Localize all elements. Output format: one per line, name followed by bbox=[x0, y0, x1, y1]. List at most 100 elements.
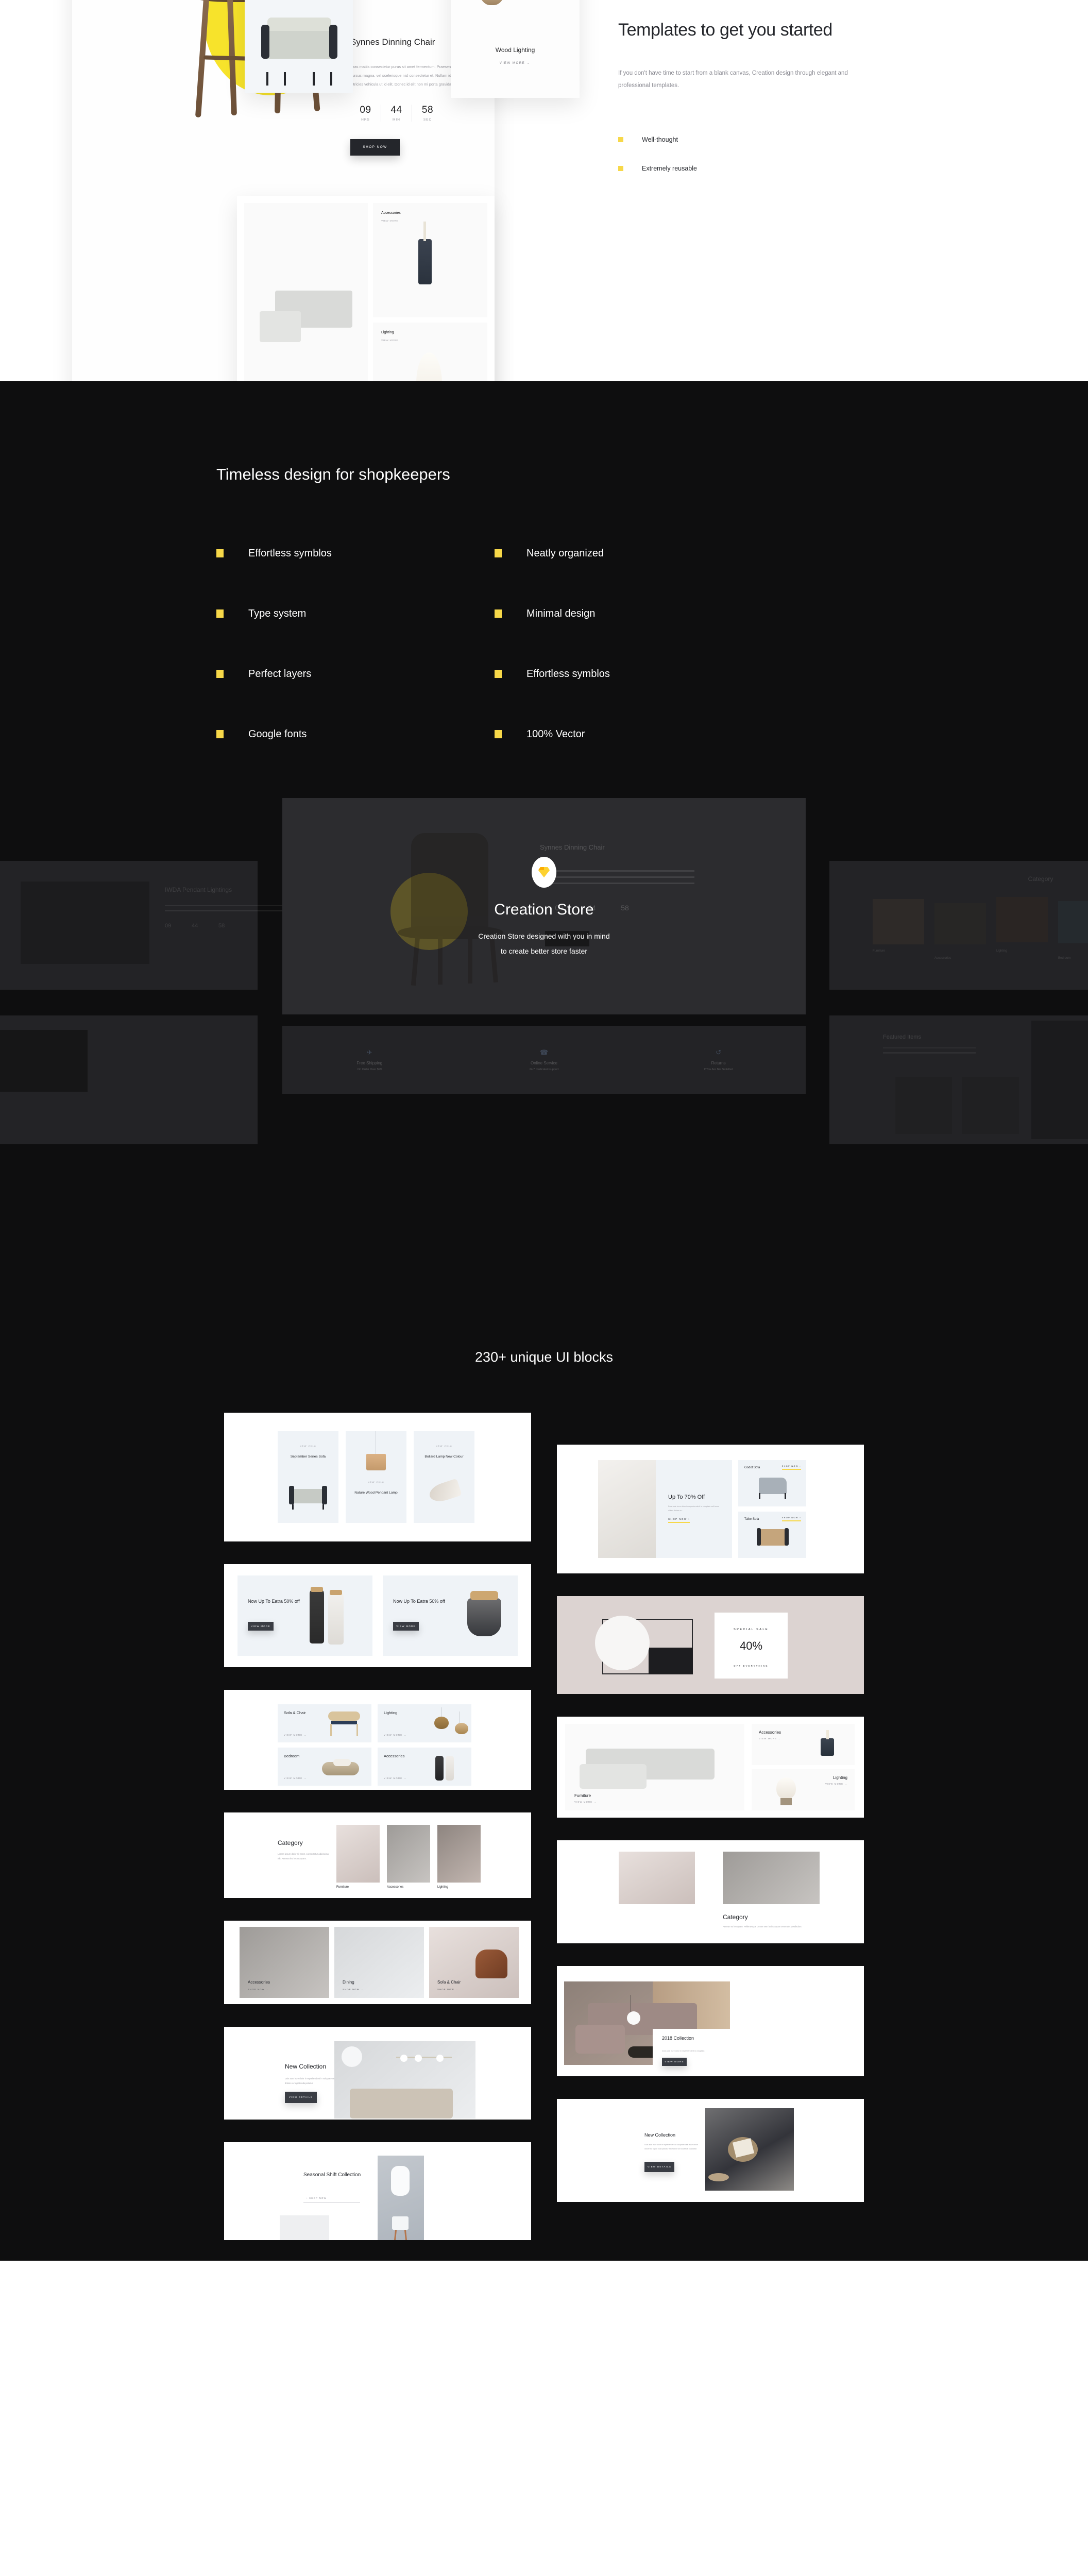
features-wrapper: Timeless design for shopkeepers Effortle… bbox=[0, 381, 1088, 789]
sale-hero-cta[interactable]: SHOP NOW › bbox=[668, 1518, 690, 1523]
block-category-media[interactable]: Category Aenean eu leo quam. Pellentesqu… bbox=[557, 1840, 864, 1943]
block-category-quad[interactable]: Sofa & Chair VIEW MORE → Lighting VIEW M… bbox=[224, 1689, 531, 1790]
ui-blocks-section: 230+ unique UI blocks NEW 2018 September… bbox=[0, 1319, 1088, 2261]
sale-hero-main[interactable]: Up To 70% Off Duis aute irure dolor in r… bbox=[598, 1460, 732, 1558]
new-collection-cta-button[interactable]: VIEW DETAILS bbox=[285, 2091, 317, 2103]
new-collection-stone-cta-button[interactable]: VIEW DETAILS bbox=[644, 2161, 674, 2172]
block-product-trio[interactable]: NEW 2018 September Series Sofa NEW 2018 … bbox=[224, 1412, 531, 1541]
furniture-side-link[interactable]: VIEW MORE → bbox=[759, 1737, 781, 1740]
category-cell[interactable]: Lighting VIEW MORE → bbox=[378, 1704, 471, 1742]
feature-item: Minimal design bbox=[495, 608, 773, 620]
furniture-side-link[interactable]: VIEW MORE → bbox=[825, 1783, 847, 1785]
block-promo-duo[interactable]: Now Up To Eatra 50% off VIEW MORE Now Up… bbox=[224, 1564, 531, 1667]
block-new-collection-stone[interactable]: New Collection Duis aute irure dolor in … bbox=[557, 2098, 864, 2202]
creation-store-subtitle-line1: Creation Store designed with you in mind bbox=[478, 931, 610, 940]
hero-category-link-lighting[interactable]: VIEW MORE bbox=[381, 339, 398, 342]
yellow-square-bullet-icon bbox=[495, 730, 502, 739]
sale-side-item[interactable]: Tailor Sofa SHOP NOW › bbox=[738, 1511, 806, 1558]
countdown-unit-minutes: 44 MIN bbox=[381, 104, 412, 122]
product-cell[interactable]: NEW 2018 September Series Sofa bbox=[278, 1431, 338, 1523]
hero-category-cell-lighting[interactable]: Lighting VIEW MORE bbox=[373, 323, 487, 381]
photo-tile[interactable]: Dining SHOP NOW → bbox=[334, 1926, 424, 1998]
promo-cta-button[interactable]: VIEW MORE bbox=[393, 1621, 419, 1631]
ghost-product-title: Synnes Dinning Chair bbox=[540, 843, 605, 851]
countdown-seconds-label: SEC bbox=[423, 117, 432, 122]
hero-category-featured-cell[interactable]: Furniture VIEW MORE bbox=[244, 203, 368, 381]
service-free-shipping[interactable]: ✈ Free Shipping On Order Over $99 bbox=[282, 1048, 457, 1071]
category-photo[interactable] bbox=[387, 1824, 430, 1883]
category-cell[interactable]: Bedroom VIEW MORE → bbox=[278, 1747, 371, 1786]
block-seasonal-shift[interactable]: Seasonal Shift Collection › SHOP NOW bbox=[224, 2142, 531, 2240]
product-title: Nature Wood Pendant Lamp bbox=[354, 1490, 398, 1495]
hero-bullet-label: Well-thought bbox=[642, 136, 678, 144]
promo-cell[interactable]: Now Up To Eatra 50% off VIEW MORE bbox=[383, 1575, 518, 1656]
category-photo[interactable] bbox=[437, 1824, 481, 1883]
creation-store-title: Creation Store bbox=[494, 901, 594, 918]
promo-cell[interactable]: Now Up To Eatra 50% off VIEW MORE bbox=[237, 1575, 372, 1656]
category-title: Accessories bbox=[384, 1753, 405, 1758]
showcase-panel-label: Lighting bbox=[996, 949, 1008, 953]
hero-shop-now-button[interactable]: SHOP NOW bbox=[350, 139, 400, 156]
block-category-row[interactable]: Category Lorem ipsum dolor sit amet, con… bbox=[224, 1812, 531, 1898]
yellow-square-bullet-icon bbox=[216, 609, 224, 618]
hero-bullet-item: Extremely reusable bbox=[618, 165, 860, 172]
feature-label: Minimal design bbox=[526, 607, 596, 619]
lighting-card-view-more-label: VIEW MORE bbox=[499, 62, 525, 65]
block-special-sale[interactable]: SPECIAL SALE 40% OFF EVERYTHING bbox=[557, 1596, 864, 1694]
product-cell[interactable]: NEW 2018 Bollard Lamp New Colour bbox=[414, 1431, 474, 1523]
block-new-collection[interactable]: New Collection Duis aute irure dolor in … bbox=[224, 2026, 531, 2120]
furniture-side-cell[interactable]: Lighting VIEW MORE → bbox=[752, 1769, 855, 1810]
showcase-side-panel-left-top[interactable]: IWDA Pendant Lightings 09 44 58 bbox=[0, 860, 294, 990]
photo-tile-link[interactable]: SHOP NOW → bbox=[248, 1988, 269, 1991]
showcase-panel-countdown-seconds: 58 bbox=[218, 922, 225, 929]
showcase-side-panel-left-bottom[interactable]: New Collection bbox=[0, 1015, 258, 1144]
category-link[interactable]: VIEW MORE → bbox=[384, 1777, 406, 1780]
service-online-service[interactable]: ☎ Online Service 24/7 Dedicated support bbox=[457, 1048, 632, 1071]
photo-tile-link[interactable]: SHOP NOW → bbox=[343, 1988, 364, 1991]
hero-category-cell-accessories[interactable]: Accessories VIEW MORE bbox=[373, 203, 487, 317]
landing-page: Synnes Dinning Chair Cras mattis consect… bbox=[0, 0, 1088, 2261]
category-link[interactable]: VIEW MORE → bbox=[284, 1734, 307, 1736]
sofa-illustration bbox=[261, 18, 337, 86]
hero-category-label-accessories: Accessories bbox=[381, 211, 401, 215]
furniture-side-title: Lighting bbox=[832, 1775, 847, 1780]
sale-side-cta[interactable]: SHOP NOW › bbox=[781, 1465, 801, 1470]
service-title: Online Service bbox=[530, 1060, 558, 1065]
hero-category-link-accessories[interactable]: VIEW MORE bbox=[381, 219, 398, 222]
new-collection-stone-description: Duis aute irure dolor in reprehenderit i… bbox=[644, 2143, 699, 2150]
sale-side-item[interactable]: Godot Sofa SHOP NOW › bbox=[738, 1460, 806, 1506]
category-photo-caption: Accessories bbox=[387, 1885, 404, 1889]
showcase-side-panel-right-bottom[interactable]: Featured Items bbox=[829, 1015, 1088, 1144]
category-link[interactable]: VIEW MORE → bbox=[384, 1734, 406, 1736]
block-sale-hero[interactable]: Up To 70% Off Duis aute irure dolor in r… bbox=[557, 1444, 864, 1573]
block-furniture-split[interactable]: Furniture VIEW MORE → Accessories VIEW M… bbox=[557, 1716, 864, 1818]
collection-2018-cta-button[interactable]: VIEW MORE bbox=[662, 2057, 687, 2066]
service-title: Returns bbox=[711, 1060, 726, 1065]
category-cell[interactable]: Sofa & Chair VIEW MORE → bbox=[278, 1704, 371, 1742]
seasonal-shift-cta[interactable]: › SHOP NOW bbox=[307, 2197, 327, 2199]
showcase-panel-label: Accessories bbox=[934, 956, 951, 960]
furniture-main-cell[interactable]: Furniture VIEW MORE → bbox=[565, 1723, 744, 1810]
showcase-side-panel-right-top[interactable]: Category Furniture Accessories Lighting … bbox=[829, 860, 1088, 990]
furniture-side-cell[interactable]: Accessories VIEW MORE → bbox=[752, 1723, 855, 1765]
promo-cta-button[interactable]: VIEW MORE bbox=[248, 1621, 274, 1631]
lighting-card-title: Wood Lighting bbox=[495, 46, 535, 54]
service-returns[interactable]: ↺ Returns If You Are Not Satisfied bbox=[631, 1048, 806, 1071]
hero-category-label-lighting: Lighting bbox=[381, 331, 394, 334]
sale-side-cta[interactable]: SHOP NOW › bbox=[781, 1517, 801, 1521]
category-photo[interactable] bbox=[336, 1824, 380, 1883]
category-cell[interactable]: Accessories VIEW MORE → bbox=[378, 1747, 471, 1786]
category-media-description: Aenean eu leo quam. Pellentesque ornare … bbox=[723, 1925, 802, 1928]
yellow-square-bullet-icon bbox=[618, 166, 623, 172]
block-collection-2018[interactable]: 2018 Collection Duis aute irure dolor in… bbox=[557, 1965, 864, 2076]
countdown-seconds-value: 58 bbox=[421, 104, 434, 115]
photo-tile[interactable]: Sofa & Chair SHOP NOW → bbox=[429, 1926, 519, 1998]
category-link[interactable]: VIEW MORE → bbox=[284, 1777, 307, 1780]
photo-tile-link[interactable]: SHOP NOW → bbox=[437, 1988, 458, 1991]
photo-tile[interactable]: Accessories SHOP NOW → bbox=[240, 1926, 329, 1998]
furniture-main-link[interactable]: VIEW MORE → bbox=[574, 1801, 597, 1803]
countdown-hours-value: 09 bbox=[360, 104, 371, 115]
product-cell[interactable]: NEW 2018 Nature Wood Pendant Lamp bbox=[346, 1431, 406, 1523]
lighting-card-view-more-link[interactable]: VIEW MORE → bbox=[451, 62, 580, 65]
block-photo-trio[interactable]: Accessories SHOP NOW → Dining SHOP NOW →… bbox=[224, 1920, 531, 2004]
